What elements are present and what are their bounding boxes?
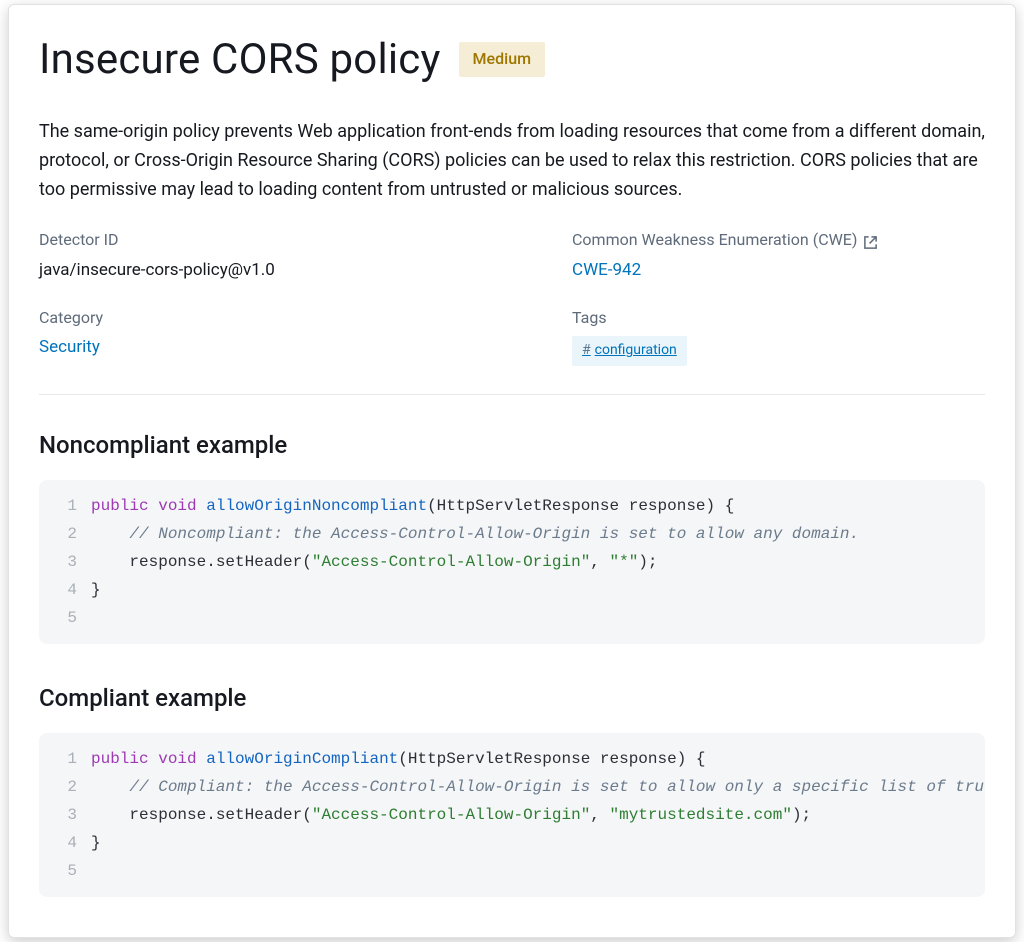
line-number: 4 [39,829,91,857]
tag-hash: # [582,342,591,358]
meta-row-2: Category Security Tags #configuration [39,306,985,366]
code-line: 1public void allowOriginNoncompliant(Htt… [39,492,985,520]
code-line: 3 response.setHeader("Access-Control-All… [39,548,985,576]
tags-block: Tags #configuration [572,306,985,366]
line-content: } [91,829,985,857]
severity-badge: Medium [459,42,546,77]
cwe-link[interactable]: CWE-942 [572,260,641,280]
line-content: public void allowOriginNoncompliant(Http… [91,492,985,520]
noncompliant-heading: Noncompliant example [39,427,985,464]
line-number: 5 [39,604,91,632]
meta-row-1: Detector ID java/insecure-cors-policy@v1… [39,228,985,283]
cwe-label-text: Common Weakness Enumeration (CWE) [572,228,857,253]
line-number: 2 [39,520,91,548]
tag-text: configuration [595,342,677,358]
code-line: 3 response.setHeader("Access-Control-All… [39,801,985,829]
line-content: response.setHeader("Access-Control-Allow… [91,801,985,829]
cwe-label: Common Weakness Enumeration (CWE) [572,228,985,253]
code-line: 5 [39,857,985,885]
detector-id-label: Detector ID [39,228,452,253]
tags-label: Tags [572,306,985,331]
line-number: 2 [39,773,91,801]
detector-id-block: Detector ID java/insecure-cors-policy@v1… [39,228,452,283]
line-number: 1 [39,745,91,773]
compliant-code: 1public void allowOriginCompliant(HttpSe… [39,733,985,897]
line-content [91,857,985,885]
line-content: } [91,576,985,604]
code-line: 5 [39,604,985,632]
divider [39,394,985,395]
line-content: // Noncompliant: the Access-Control-Allo… [91,520,985,548]
line-number: 4 [39,576,91,604]
category-block: Category Security [39,306,452,366]
line-content: response.setHeader("Access-Control-Allow… [91,548,985,576]
category-link[interactable]: Security [39,337,100,357]
line-number: 3 [39,548,91,576]
line-content [91,604,985,632]
detector-card: Insecure CORS policy Medium The same-ori… [8,4,1016,938]
cwe-block: Common Weakness Enumeration (CWE) CWE-94… [572,228,985,283]
detector-id-value: java/insecure-cors-policy@v1.0 [39,257,452,283]
line-content: public void allowOriginCompliant(HttpSer… [91,745,985,773]
tag-configuration[interactable]: #configuration [572,336,687,366]
category-label: Category [39,306,452,331]
line-content: // Compliant: the Access-Control-Allow-O… [91,773,985,801]
code-line: 1public void allowOriginCompliant(HttpSe… [39,745,985,773]
line-number: 3 [39,801,91,829]
title-row: Insecure CORS policy Medium [39,27,985,92]
compliant-heading: Compliant example [39,680,985,717]
code-line: 2 // Compliant: the Access-Control-Allow… [39,773,985,801]
code-line: 2 // Noncompliant: the Access-Control-Al… [39,520,985,548]
line-number: 5 [39,857,91,885]
external-link-icon [863,233,878,248]
code-line: 4} [39,576,985,604]
noncompliant-code: 1public void allowOriginNoncompliant(Htt… [39,480,985,644]
description: The same-origin policy prevents Web appl… [39,118,985,204]
page-title: Insecure CORS policy [39,27,441,92]
line-number: 1 [39,492,91,520]
code-line: 4} [39,829,985,857]
